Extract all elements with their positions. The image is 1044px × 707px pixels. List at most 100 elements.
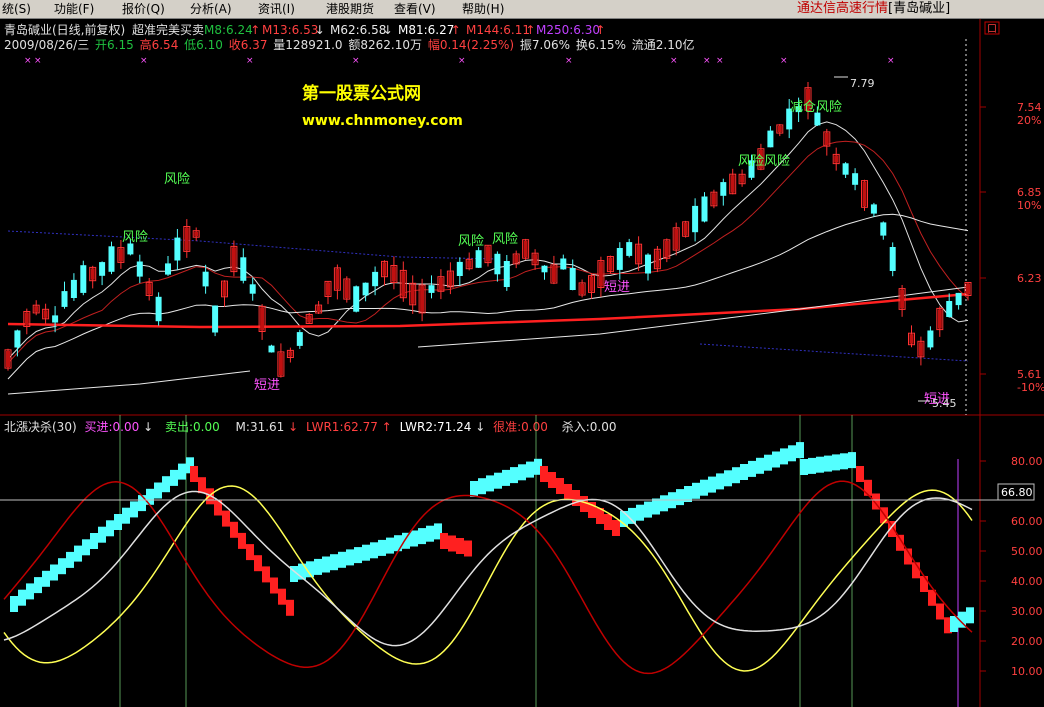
info-low: 低6.10 — [184, 38, 223, 52]
info-volume: 量128921.0 — [273, 38, 342, 52]
candle-up-fill — [335, 268, 340, 290]
ma-arrow-0: ↑ — [250, 23, 260, 37]
candle-down — [569, 268, 576, 290]
price-tick-0: 7.54 — [1017, 101, 1042, 114]
indicator-block — [448, 535, 456, 552]
candle-up-fill — [777, 125, 782, 133]
menu-info[interactable]: 资讯(I) — [258, 1, 295, 17]
risk-label-1: 风险 — [122, 230, 148, 245]
candle-up-fill — [260, 307, 265, 331]
indicator-block — [18, 589, 26, 606]
price-tick-2: 6.23 — [1017, 272, 1042, 285]
candle-down — [645, 254, 651, 274]
indicator-block — [378, 539, 386, 556]
indicator-plot[interactable] — [3, 415, 974, 707]
indicator-block — [286, 599, 294, 616]
indicator-block — [322, 556, 330, 573]
candle-down — [240, 257, 247, 281]
info-turnover: 换6.15% — [576, 38, 626, 52]
candle-down — [946, 301, 953, 317]
candle-down — [626, 242, 633, 256]
indicator-block — [636, 504, 644, 521]
indicator-block — [660, 495, 668, 512]
menu-function[interactable]: 功能(F) — [54, 1, 94, 17]
candle-up-fill — [711, 193, 716, 205]
candle-up-fill — [382, 262, 387, 276]
candle-down — [165, 263, 171, 275]
menu-view[interactable]: 查看(V) — [394, 1, 436, 17]
info-amplitude: 振7.06% — [520, 38, 570, 52]
svg-text:×: × — [34, 56, 42, 66]
svg-text:×: × — [140, 56, 148, 66]
indicator-tick-3: 40.00 — [1011, 575, 1043, 588]
candle-down — [852, 173, 859, 185]
candle-down — [428, 285, 435, 293]
indicator-block — [788, 445, 796, 462]
indicator-block — [114, 514, 122, 530]
candle-up-fill — [598, 261, 603, 287]
indicator-block — [66, 551, 74, 568]
candle-up-fill — [326, 282, 330, 296]
candle-up-fill — [655, 250, 660, 268]
indicator-block — [106, 520, 114, 537]
svg-text:×: × — [565, 56, 573, 66]
indicator-block — [580, 496, 588, 512]
indicator-block — [270, 577, 278, 594]
indicator-block — [42, 570, 50, 587]
menu-analysis[interactable]: 分析(A) — [190, 1, 232, 17]
candle-up-fill — [401, 271, 406, 297]
candle-up-fill — [937, 309, 942, 329]
candle-down — [249, 284, 256, 294]
risk-risk-label: 风险风险 — [738, 154, 790, 169]
candle-up-fill — [533, 254, 538, 264]
candle-up-fill — [966, 283, 970, 295]
indicator-block — [470, 481, 478, 497]
indicator-block — [732, 467, 740, 484]
indicator-block — [190, 466, 198, 482]
candle-down — [927, 330, 934, 348]
stock-name: 青岛碱业(日线,前复权) — [4, 22, 125, 37]
indicator-block — [936, 603, 944, 620]
candle-up-fill — [194, 231, 199, 237]
ma-arrow-4: ↑ — [525, 23, 535, 37]
indicator-block — [162, 476, 170, 493]
info-float: 流通2.10亿 — [632, 37, 695, 52]
indicator-block — [198, 477, 206, 494]
ma-label-3: M81:6.27 — [398, 23, 454, 37]
watermark-url: www.chnmoney.com — [302, 113, 463, 129]
candle-down — [108, 246, 115, 272]
indicator-block — [478, 478, 486, 495]
menu-hk-futures[interactable]: 港股期货 — [326, 1, 374, 17]
indicator-block — [540, 466, 548, 482]
candle-up-fill — [636, 245, 641, 263]
indicator-block — [494, 472, 502, 489]
candle-up-fill — [231, 247, 236, 271]
indicator-block — [780, 448, 788, 465]
candle-up-fill — [288, 351, 293, 357]
candle-down — [127, 243, 134, 255]
indicator-block — [816, 456, 824, 473]
indicator-header: 北漲决杀(30) 买进:0.00 ↓ 卖出:0.00 M:31.61 ↓ LWR… — [4, 419, 616, 434]
indicator-block — [154, 482, 162, 499]
indicator-block — [394, 535, 402, 552]
candle-down — [701, 196, 708, 222]
indicator-block — [612, 520, 620, 536]
menu-system[interactable]: 统(S) — [2, 1, 31, 17]
indicator-block — [556, 478, 564, 494]
indicator-block — [808, 457, 816, 474]
chart-area[interactable]: 口 青岛碱业(日线,前复权) 超准完美买卖 M8:6.24↑ M13:6.53↓ M… — [0, 19, 1044, 707]
info-high: 高6.54 — [140, 37, 179, 52]
indicator-block — [138, 495, 146, 512]
price-header: 青岛碱业(日线,前复权) 超准完美买卖 — [4, 22, 204, 37]
indicator-block — [966, 607, 974, 624]
indicator-block — [254, 555, 262, 572]
menu-quote[interactable]: 报价(Q) — [122, 1, 165, 17]
price-panel[interactable] — [0, 19, 1044, 415]
indicator-block — [950, 616, 958, 632]
candle-up-fill — [316, 306, 321, 312]
ma-arrow-1: ↓ — [315, 23, 325, 37]
risk-label-4: 风险 — [492, 232, 518, 247]
candle-down — [880, 222, 887, 236]
indicator-block — [50, 564, 58, 581]
menu-help[interactable]: 帮助(H) — [462, 1, 504, 17]
